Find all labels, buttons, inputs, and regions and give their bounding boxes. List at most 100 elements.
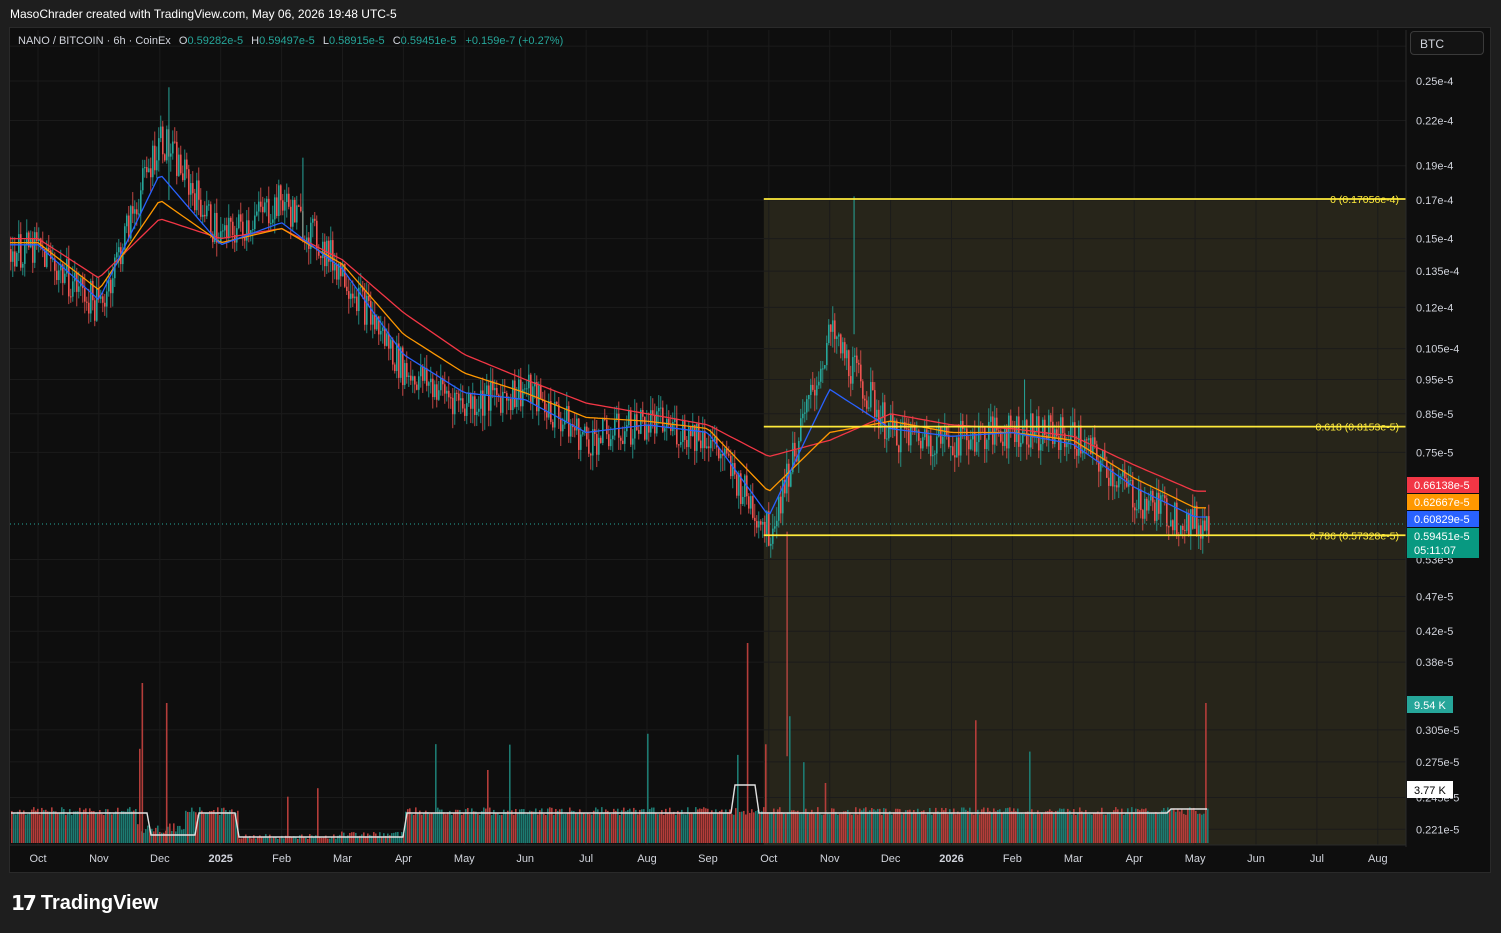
volume-bar <box>1061 808 1063 843</box>
volume-bar <box>795 811 797 843</box>
candle <box>662 407 664 432</box>
volume-bar <box>313 837 315 843</box>
volume-bar <box>857 814 859 843</box>
volume-bar <box>801 814 803 843</box>
candle <box>504 391 506 394</box>
volume-bar <box>1175 811 1177 843</box>
candle <box>136 209 138 215</box>
candle <box>498 394 500 396</box>
candle <box>292 199 294 227</box>
volume-bar <box>309 834 311 843</box>
volume-bar <box>139 748 141 843</box>
candle <box>262 206 264 213</box>
volume-bar <box>505 812 507 843</box>
volume-bar <box>985 813 987 843</box>
y-tick-label: 0.305e-5 <box>1416 725 1459 737</box>
x-tick-label: Oct <box>760 853 777 865</box>
volume-bar <box>1181 809 1183 843</box>
volume-bar <box>475 811 477 843</box>
candle <box>10 249 12 262</box>
candle <box>876 409 878 417</box>
candle <box>468 393 470 404</box>
candle <box>736 474 738 496</box>
candle <box>434 384 436 398</box>
volume-bar <box>981 809 983 843</box>
volume-bar <box>793 810 795 843</box>
candle <box>1156 492 1158 521</box>
volume-bar <box>697 809 699 843</box>
volume-bar <box>585 813 587 843</box>
candle <box>618 413 620 438</box>
volume-bar <box>121 811 123 843</box>
price-chart[interactable]: 0 (0.17056e-4) 0.618 (0.8153e-5) 0.786 (0.… <box>0 0 1501 933</box>
candle <box>870 382 872 408</box>
volume-bar <box>789 716 791 843</box>
volume-bar <box>617 808 619 843</box>
candle <box>950 446 952 448</box>
candle <box>410 375 412 381</box>
candle <box>346 286 348 292</box>
volume-bar <box>845 811 847 843</box>
candle <box>808 394 810 400</box>
volume-bar <box>743 810 745 843</box>
candle <box>450 397 452 399</box>
volume-bar <box>209 811 211 843</box>
candle <box>232 221 234 235</box>
volume-bar <box>171 830 173 843</box>
volume-bar <box>565 813 567 843</box>
candle <box>830 324 832 332</box>
candle <box>866 400 868 409</box>
candle <box>1100 460 1102 472</box>
volume-bar <box>1149 813 1151 843</box>
volume-bar <box>1187 808 1189 843</box>
candle <box>1106 460 1108 478</box>
candle <box>686 439 688 448</box>
candle <box>202 214 204 217</box>
change-value: +0.159e-7 (+0.27%) <box>465 35 564 47</box>
y-tick-label: 0.135e-4 <box>1416 266 1459 278</box>
volume-bar <box>219 814 221 843</box>
candle <box>874 390 876 417</box>
candle <box>512 380 514 411</box>
candle <box>1188 513 1190 536</box>
volume-bar <box>875 810 877 843</box>
candle <box>496 387 498 395</box>
candle <box>190 183 192 195</box>
volume-bar <box>69 809 71 843</box>
candle <box>486 385 488 395</box>
candle <box>780 496 782 514</box>
volume-bar <box>515 808 517 843</box>
volume-bar <box>1141 808 1143 843</box>
candle <box>838 334 840 337</box>
volume-bar <box>545 814 547 843</box>
volume-bar <box>11 811 13 843</box>
candle <box>24 244 26 264</box>
volume-bar <box>511 810 513 843</box>
volume-bar <box>125 811 127 843</box>
currency-button[interactable]: BTC <box>1410 31 1484 55</box>
volume-bar <box>513 814 515 843</box>
candle <box>390 339 392 349</box>
candle <box>454 392 456 415</box>
volume-bar <box>77 811 79 843</box>
x-tick-label: Aug <box>1368 853 1388 865</box>
volume-bar <box>805 808 807 843</box>
volume-bar <box>421 814 423 843</box>
volume-bar <box>431 812 433 843</box>
volume-bar <box>363 832 365 843</box>
volume-bar <box>525 814 527 843</box>
candle <box>480 390 482 409</box>
candle <box>14 251 16 267</box>
candle <box>1162 495 1164 497</box>
volume-bar <box>659 814 661 843</box>
volume-bar <box>997 810 999 843</box>
candle <box>708 446 710 449</box>
volume-bar <box>183 829 185 843</box>
candle <box>984 426 986 450</box>
candle <box>1086 439 1088 441</box>
candle <box>364 291 366 325</box>
volume-bar <box>265 834 267 843</box>
candle <box>848 350 850 377</box>
candle <box>702 430 704 449</box>
volume-bar <box>1135 808 1137 843</box>
